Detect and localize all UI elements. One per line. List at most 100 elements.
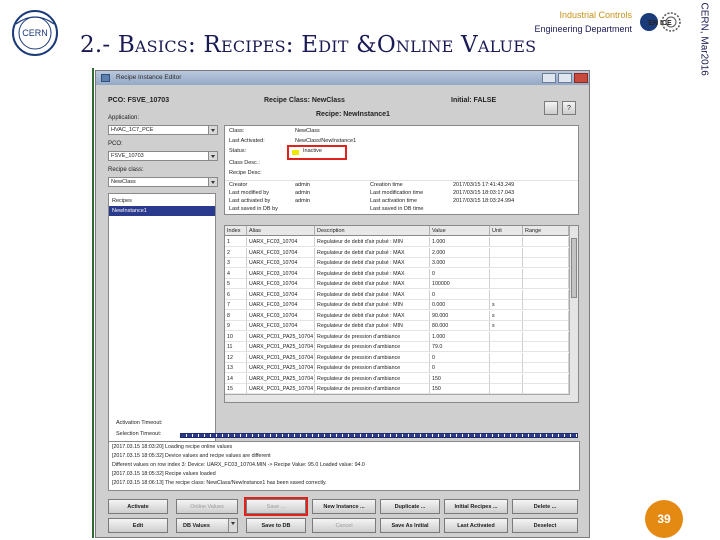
table-cell[interactable]: 1 — [225, 237, 247, 247]
table-cell[interactable]: 12 — [225, 352, 247, 363]
table-cell[interactable]: Regulateur de debit d'air pulsé : MIN — [315, 237, 430, 247]
table-cell[interactable] — [523, 237, 569, 247]
table-cell[interactable]: 5 — [225, 279, 247, 289]
table-cell[interactable] — [523, 384, 569, 394]
save-as-initial-button[interactable]: Save As Initial — [380, 518, 440, 533]
table-cell[interactable] — [523, 342, 569, 352]
table-cell[interactable]: s — [490, 321, 523, 331]
table-cell[interactable]: UARX_PC01_PA25_10704 — [247, 373, 315, 384]
table-cell[interactable] — [490, 279, 523, 289]
table-cell[interactable] — [523, 331, 569, 342]
duplicate-button[interactable]: Duplicate ... — [380, 499, 440, 514]
table-cell[interactable] — [490, 258, 523, 268]
recipe-values-table[interactable]: Index Alias Description Value Unit Range 1 UARX… — [224, 225, 579, 403]
table-cell[interactable]: 3.000 — [430, 258, 490, 268]
table-cell[interactable]: 80.000 — [430, 321, 490, 331]
table-cell[interactable]: 1.000 — [430, 237, 490, 247]
table-cell[interactable] — [490, 342, 523, 352]
table-cell[interactable] — [523, 321, 569, 331]
new-instance-button[interactable]: New Instance ... — [312, 499, 376, 514]
table-cell[interactable]: UARX_FC03_10704 — [247, 247, 315, 258]
table-cell[interactable] — [523, 373, 569, 384]
deselect-button[interactable]: Deselect — [512, 518, 578, 533]
table-cell[interactable]: UARX_FC03_10704 — [247, 289, 315, 300]
table-cell[interactable]: 150 — [430, 384, 490, 394]
help-icon[interactable]: ? — [562, 101, 576, 115]
table-cell[interactable]: 0 — [430, 268, 490, 279]
table-cell[interactable]: UARX_FC03_10704 — [247, 258, 315, 268]
minimize-button[interactable] — [542, 73, 556, 83]
table-cell[interactable]: 15 — [225, 384, 247, 394]
table-cell[interactable] — [490, 289, 523, 300]
column-header[interactable]: Alias — [247, 226, 315, 236]
scrollbar-thumb[interactable] — [571, 238, 577, 298]
table-cell[interactable] — [523, 289, 569, 300]
table-cell[interactable]: 0 — [430, 352, 490, 363]
table-cell[interactable]: 8 — [225, 310, 247, 321]
table-cell[interactable] — [523, 258, 569, 268]
table-cell[interactable]: UARX_PC01_PA25_10704 — [247, 363, 315, 373]
print-icon[interactable] — [544, 101, 558, 115]
table-cell[interactable]: UARX_PC01_PA25_10704 — [247, 342, 315, 352]
table-cell[interactable]: 0 — [430, 289, 490, 300]
horizontal-scrollbar[interactable] — [225, 394, 570, 402]
table-cell[interactable]: 150 — [430, 373, 490, 384]
column-header[interactable]: Value — [430, 226, 490, 236]
table-cell[interactable]: s — [490, 310, 523, 321]
table-cell[interactable]: UARX_FC03_10704 — [247, 300, 315, 310]
table-cell[interactable]: 4 — [225, 268, 247, 279]
table-cell[interactable]: UARX_PC01_PA25_10704 — [247, 384, 315, 394]
column-header[interactable]: Index — [225, 226, 247, 236]
table-cell[interactable]: 79.0 — [430, 342, 490, 352]
table-cell[interactable]: 14 — [225, 373, 247, 384]
table-cell[interactable] — [490, 268, 523, 279]
table-cell[interactable]: UARX_PC01_PA25_10704 — [247, 331, 315, 342]
list-item-selected[interactable]: NewInstance1 — [109, 206, 215, 216]
close-button[interactable] — [574, 73, 588, 83]
table-cell[interactable] — [490, 363, 523, 373]
table-cell[interactable] — [490, 237, 523, 247]
table-cell[interactable]: 7 — [225, 300, 247, 310]
table-cell[interactable]: UARX_PC01_PA25_10704 — [247, 352, 315, 363]
activate-button[interactable]: Activate — [108, 499, 168, 514]
pco-select[interactable]: FSVE_10703 — [108, 151, 218, 161]
online-values-button[interactable]: Online Values — [176, 499, 238, 514]
table-cell[interactable]: Regulateur de debit d'air pulsé : MAX — [315, 258, 430, 268]
table-cell[interactable] — [523, 268, 569, 279]
table-cell[interactable] — [523, 279, 569, 289]
table-cell[interactable]: s — [490, 300, 523, 310]
table-cell[interactable]: 0 — [430, 363, 490, 373]
vertical-scrollbar[interactable] — [569, 226, 578, 402]
column-header[interactable]: Unit — [490, 226, 523, 236]
table-cell[interactable] — [490, 247, 523, 258]
table-cell[interactable] — [523, 300, 569, 310]
table-cell[interactable]: 0.000 — [430, 300, 490, 310]
table-cell[interactable] — [523, 363, 569, 373]
table-cell[interactable]: Regulateur de debit d'air pulsé : MAX — [315, 310, 430, 321]
table-cell[interactable] — [490, 373, 523, 384]
table-cell[interactable]: Regulateur de pression d'ambiance — [315, 384, 430, 394]
table-cell[interactable]: Regulateur de debit d'air pulsé : MIN — [315, 321, 430, 331]
table-cell[interactable]: 2 — [225, 247, 247, 258]
cancel-button[interactable]: Cancel — [312, 518, 376, 533]
last-activated-button[interactable]: Last Activated — [444, 518, 508, 533]
save-to-db-button[interactable]: Save to DB — [246, 518, 306, 533]
table-cell[interactable]: 2.000 — [430, 247, 490, 258]
recipe-class-select[interactable]: NewClass — [108, 177, 218, 187]
table-cell[interactable]: Regulateur de debit d'air pulsé : MAX — [315, 279, 430, 289]
column-header[interactable]: Range — [523, 226, 569, 236]
table-cell[interactable]: UARX_FC03_10704 — [247, 310, 315, 321]
delete-button[interactable]: Delete ... — [512, 499, 578, 514]
maximize-button[interactable] — [558, 73, 572, 83]
table-cell[interactable]: Regulateur de pression d'ambiance — [315, 331, 430, 342]
db-values-select[interactable]: DB Values — [176, 518, 238, 533]
list-item[interactable]: Recipes — [109, 196, 215, 206]
table-cell[interactable] — [523, 310, 569, 321]
column-header[interactable]: Description — [315, 226, 430, 236]
table-cell[interactable]: 90.000 — [430, 310, 490, 321]
table-cell[interactable]: Regulateur de pression d'ambiance — [315, 373, 430, 384]
initial-recipes-button[interactable]: Initial Recipes ... — [444, 499, 508, 514]
table-cell[interactable]: Regulateur de debit d'air pulsé : MAX — [315, 289, 430, 300]
table-cell[interactable]: UARX_FC03_10704 — [247, 268, 315, 279]
table-cell[interactable] — [523, 247, 569, 258]
